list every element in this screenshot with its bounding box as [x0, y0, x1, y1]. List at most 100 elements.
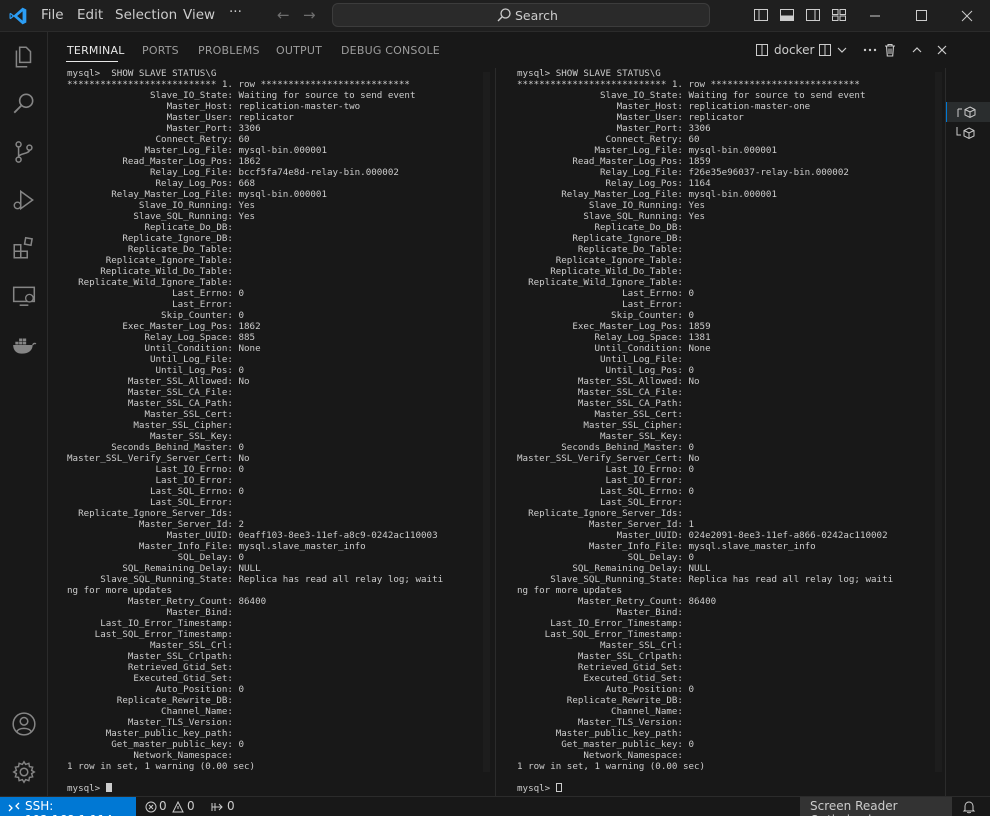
tab-debug-console[interactable]: DEBUG CONSOLE [341, 44, 440, 57]
error-count[interactable]: 0 [159, 799, 167, 813]
terminal-line: Master_SSL_CA_File: [517, 387, 683, 398]
left-scrollbar[interactable] [483, 72, 490, 772]
maximize-icon[interactable] [898, 0, 944, 32]
settings-gear-icon[interactable] [11, 759, 37, 785]
terminal-line: Master_UUID: 024e2091-8ee3-11ef-a866-024… [517, 530, 888, 541]
terminal-line: Master_User: replicator [517, 112, 744, 123]
terminal-line: Master_SSL_Crlpath: [517, 651, 683, 662]
account-icon[interactable] [11, 711, 37, 737]
kill-terminal-icon[interactable] [882, 42, 898, 58]
forward-arrow-icon[interactable]: → [303, 6, 316, 24]
error-icon[interactable] [145, 801, 157, 813]
remote-connection-icon [8, 802, 20, 812]
ports-forwarded-icon[interactable] [210, 801, 224, 813]
terminal-line: SQL_Delay: 0 [67, 552, 245, 563]
terminal-line: Relay_Log_Space: 1381 [517, 332, 711, 343]
tab-terminal[interactable]: TERMINAL [67, 44, 125, 57]
terminal-line: Master_Bind: [517, 607, 683, 618]
right-scrollbar[interactable] [935, 72, 942, 772]
maximize-panel-icon[interactable] [909, 42, 925, 58]
terminal-tab-right[interactable] [946, 123, 990, 143]
terminal-line: Last_IO_Error_Timestamp: [67, 618, 233, 629]
terminal-line: Relay_Master_Log_File: mysql-bin.000001 [517, 189, 777, 200]
minimize-icon[interactable] [852, 0, 898, 32]
terminal-line: Last_SQL_Error: [67, 497, 233, 508]
menu-file[interactable]: File [41, 7, 64, 23]
remote-explorer-icon[interactable] [11, 283, 37, 309]
terminal-split-icon[interactable] [754, 42, 770, 58]
terminal-line: Master_Port: 3306 [517, 123, 711, 134]
run-debug-icon[interactable] [11, 187, 37, 213]
tab-problems[interactable]: PROBLEMS [198, 44, 260, 57]
remote-indicator[interactable]: SSH: 192.168.1.114 [0, 797, 136, 816]
terminal-line: Replicate_Do_Table: [517, 244, 683, 255]
terminal-line: Exec_Master_Log_Pos: 1862 [67, 321, 261, 332]
terminal-line: Exec_Master_Log_Pos: 1859 [517, 321, 711, 332]
search-icon[interactable] [11, 91, 37, 117]
customize-layout-icon[interactable] [831, 7, 847, 23]
panel-header: TERMINAL PORTS PROBLEMS OUTPUT DEBUG CON… [48, 32, 990, 68]
terminal-line: Slave_IO_State: Waiting for source to se… [517, 90, 866, 101]
toggle-panel-icon[interactable] [779, 7, 795, 23]
terminal-line: Master_Info_File: mysql.slave_master_inf… [517, 541, 816, 552]
menu-view[interactable]: View [183, 7, 215, 23]
terminal-line: ng for more updates [67, 585, 173, 596]
explorer-icon[interactable] [11, 44, 37, 70]
terminal-line: Last_IO_Errno: 0 [517, 464, 695, 475]
vscode-logo-icon[interactable] [8, 6, 28, 26]
command-center-search[interactable]: Search [332, 3, 710, 27]
remote-label: SSH: 192.168.1.114 [25, 799, 113, 816]
more-actions-icon[interactable] [862, 42, 878, 58]
terminal-line: Channel_Name: [517, 706, 683, 717]
terminal-line: Replicate_Wild_Do_Table: [517, 266, 683, 277]
notifications-bell-icon[interactable] [962, 800, 976, 814]
toggle-primary-sidebar-icon[interactable] [753, 7, 769, 23]
menu-edit[interactable]: Edit [77, 7, 103, 23]
menu-selection[interactable]: Selection [115, 7, 177, 23]
terminal-line: Until_Log_File: [517, 354, 683, 365]
tab-output[interactable]: OUTPUT [276, 44, 322, 57]
source-control-icon[interactable] [11, 139, 37, 165]
terminal-line: Replicate_Rewrite_DB: [517, 695, 683, 706]
more-menu-button[interactable]: ··· [229, 4, 242, 20]
warning-icon[interactable] [172, 801, 184, 813]
terminal-line: Master_SSL_CA_Path: [517, 398, 683, 409]
terminal-line: SQL_Delay: 0 [517, 552, 695, 563]
search-label: Search [515, 8, 558, 23]
terminal-name-label[interactable]: docker [774, 43, 814, 57]
terminal-prompt: mysql> [517, 783, 556, 794]
terminal-prompt: mysql> [67, 783, 106, 794]
terminal-line: SQL_Remaining_Delay: NULL [67, 563, 261, 574]
toggle-secondary-sidebar-icon[interactable] [805, 7, 821, 23]
extensions-icon[interactable] [11, 235, 37, 261]
terminal-line: Master_SSL_Cert: [67, 409, 233, 420]
terminal-cursor [105, 783, 112, 792]
close-panel-icon[interactable] [934, 42, 950, 58]
terminal-line: Seconds_Behind_Master: 0 [517, 442, 695, 453]
terminal-line: Relay_Master_Log_File: mysql-bin.000001 [67, 189, 327, 200]
back-arrow-icon[interactable]: ← [277, 6, 290, 24]
terminal-line: Master_Info_File: mysql.slave_master_inf… [67, 541, 366, 552]
docker-icon[interactable] [11, 332, 37, 358]
terminal-tab-left[interactable] [946, 102, 990, 122]
warning-count[interactable]: 0 [187, 799, 195, 813]
terminal-left[interactable]: mysql> SHOW SLAVE STATUS\G **************… [67, 68, 485, 796]
screen-reader-optimized-badge[interactable]: Screen Reader Optimized [800, 797, 952, 816]
split-terminal-icon[interactable] [818, 42, 834, 58]
tab-ports[interactable]: PORTS [142, 44, 179, 57]
close-window-icon[interactable] [944, 0, 990, 32]
terminal-line: Master_SSL_Key: [67, 431, 233, 442]
chevron-down-icon[interactable] [834, 42, 850, 58]
terminal-right[interactable]: mysql> SHOW SLAVE STATUS\G **************… [517, 68, 937, 796]
terminal-prompt-line[interactable]: mysql> [67, 783, 485, 794]
terminal-prompt-line[interactable]: mysql> [517, 783, 937, 794]
terminal-split-divider[interactable] [495, 68, 496, 796]
terminal-line: Replicate_Ignore_Server_Ids: [517, 508, 683, 519]
terminal-line: Master_SSL_CA_Path: [67, 398, 233, 409]
title-bar: File Edit Selection View ··· ← → Search [0, 0, 990, 32]
terminal-line: Last_Error: [67, 299, 233, 310]
terminal-line: Replicate_Ignore_Table: [517, 255, 683, 266]
terminal-line: Last_SQL_Errno: 0 [517, 486, 695, 497]
ports-count[interactable]: 0 [227, 799, 235, 813]
terminal-line: Connect_Retry: 60 [67, 134, 250, 145]
